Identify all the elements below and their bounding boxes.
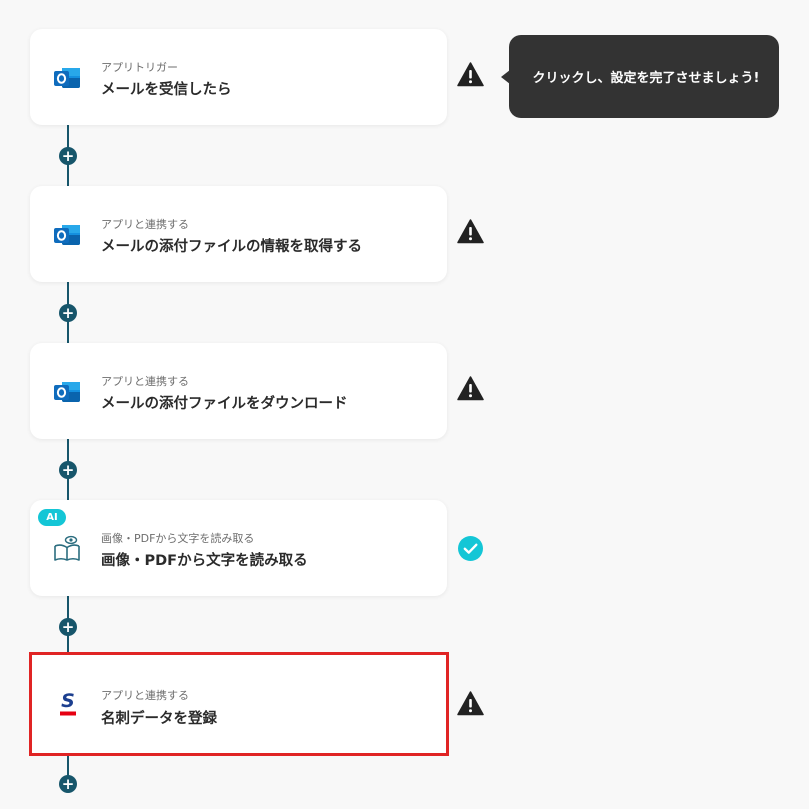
flow-step-card-selected[interactable]: S アプリと連携する 名刺データを登録 [29, 652, 449, 756]
add-step-button[interactable]: + [59, 461, 77, 479]
outlook-icon [52, 221, 82, 249]
svg-text:S: S [61, 690, 75, 712]
flow-step-card[interactable]: アプリと連携する メールの添付ファイルをダウンロード [30, 343, 447, 439]
step-category: 画像・PDFから文字を読み取る [101, 532, 255, 545]
ai-badge: AI [38, 509, 66, 526]
flow-step-card[interactable]: AI 画像・PDFから文字を読み取る 画像・PDFから文字を読み取る [30, 500, 447, 596]
step-title: 画像・PDFから文字を読み取る [101, 553, 308, 569]
step-category: アプリトリガー [101, 61, 178, 74]
outlook-icon [52, 64, 82, 92]
step-title: 名刺データを登録 [101, 711, 217, 727]
hint-tooltip: クリックし、設定を完了させましょう! [509, 35, 779, 118]
step-category: アプリと連携する [101, 689, 189, 702]
warning-icon [457, 218, 484, 245]
step-category: アプリと連携する [101, 375, 189, 388]
warning-icon [457, 375, 484, 402]
step-title: メールを受信したら [101, 82, 232, 98]
flow-step-card[interactable]: アプリと連携する メールの添付ファイルの情報を取得する [30, 186, 447, 282]
check-circle-icon [457, 535, 484, 562]
step-title: メールの添付ファイルの情報を取得する [101, 239, 362, 255]
add-step-button[interactable]: + [59, 618, 77, 636]
tooltip-text: クリックし、設定を完了させましょう! [532, 71, 760, 86]
add-step-button[interactable]: + [59, 775, 77, 793]
warning-icon [457, 690, 484, 717]
add-step-button[interactable]: + [59, 147, 77, 165]
warning-icon [457, 61, 484, 88]
step-title: メールの添付ファイルをダウンロード [101, 396, 348, 412]
step-category: アプリと連携する [101, 218, 189, 231]
sansan-icon: S [53, 690, 83, 718]
outlook-icon [52, 378, 82, 406]
ocr-book-icon [52, 535, 82, 563]
flow-step-card[interactable]: アプリトリガー メールを受信したら [30, 29, 447, 125]
add-step-button[interactable]: + [59, 304, 77, 322]
